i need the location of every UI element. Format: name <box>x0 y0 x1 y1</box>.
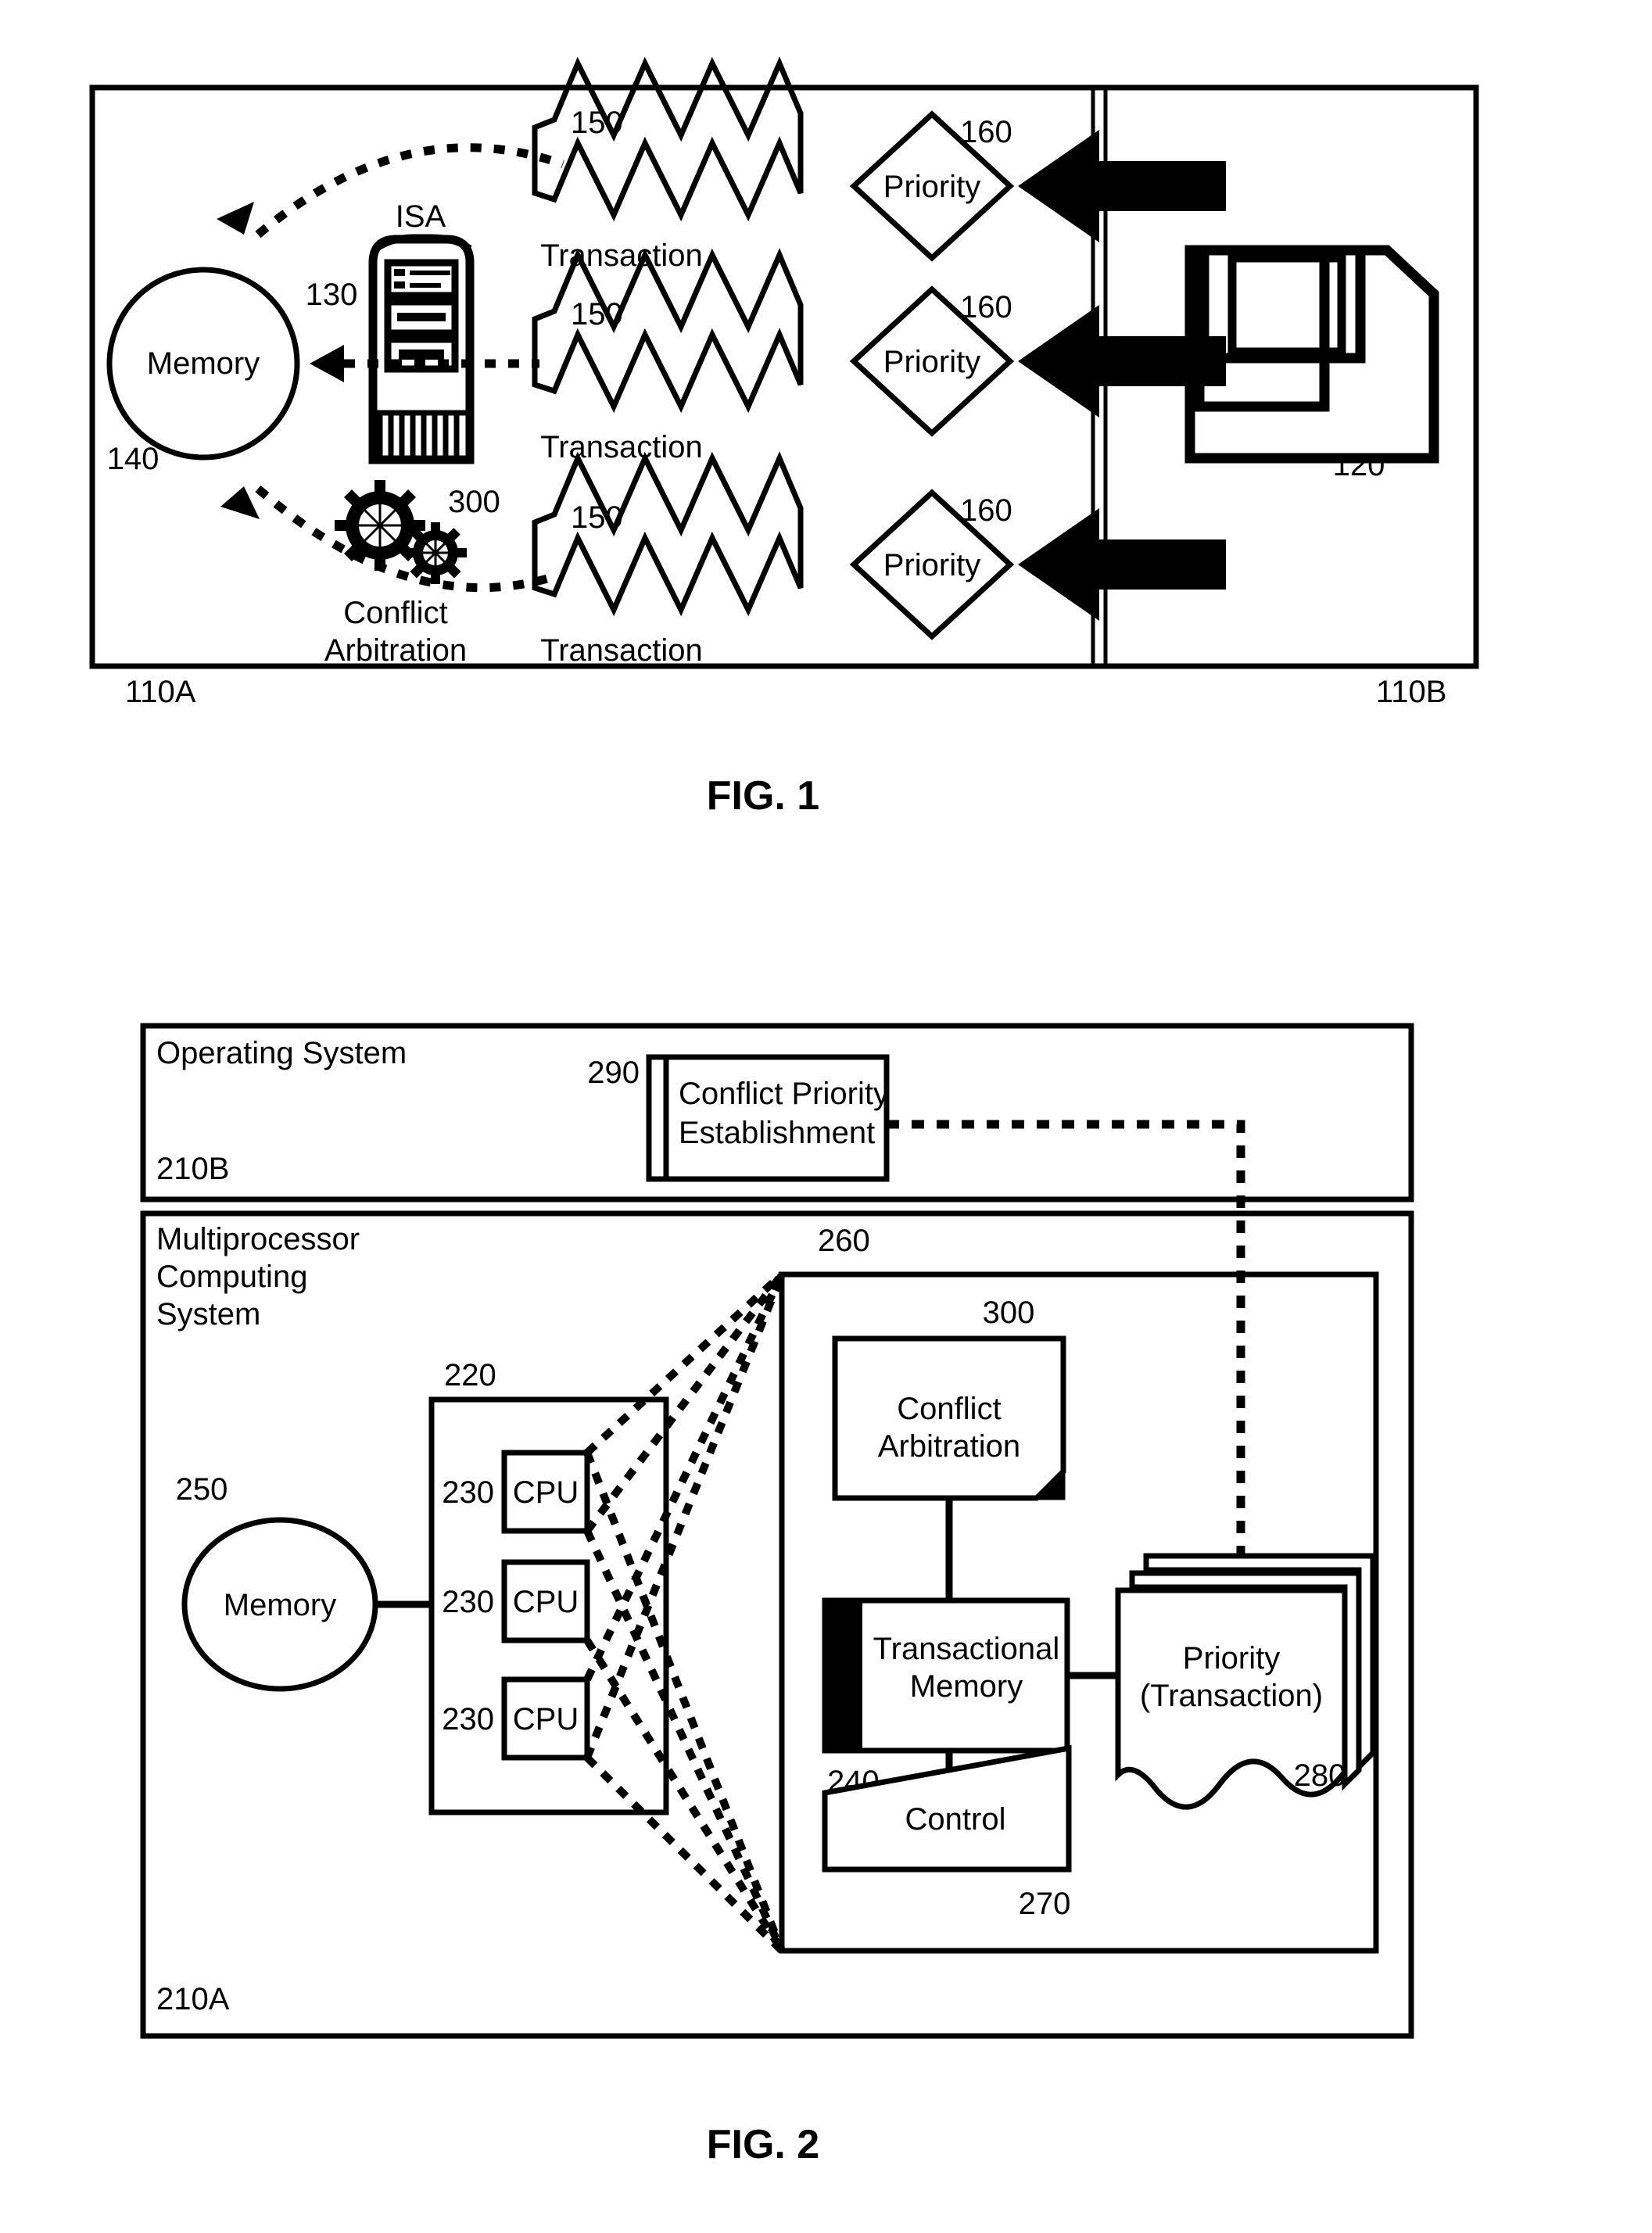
fig2-cpu-ref-1: 230 <box>442 1475 494 1510</box>
fig1-priority-ref-2: 160 <box>960 290 1012 324</box>
fig1-right-panel-ref: 110B <box>1376 675 1446 709</box>
fig2-cpu-label-3: CPU <box>513 1702 579 1737</box>
fig2-cpe-ref: 290 <box>587 1056 640 1090</box>
fig1-priority-ref-3: 160 <box>960 493 1012 528</box>
fig1-left-panel-ref: 110A <box>125 675 196 709</box>
fig1-row-2: 150 Transaction Priority 160 <box>532 248 1226 464</box>
fig2-ca-line1: Conflict <box>897 1392 1001 1426</box>
fig1-storage-ref: 120 <box>1333 448 1385 482</box>
fig2-cpe-line2: Establishment <box>679 1116 875 1150</box>
fig2-caption: FIG. 2 <box>707 2122 819 2167</box>
fig1-conflict-label-line2: Arbitration <box>324 633 467 668</box>
fig2-priority-line2: (Transaction) <box>1140 1679 1323 1713</box>
fig2-tm-line1: Transactional <box>873 1632 1060 1666</box>
fig2-cpe-line1: Conflict Priority <box>679 1077 889 1111</box>
fig1-outer-frame <box>89 84 1479 669</box>
fig2-control-ref: 270 <box>1019 1887 1071 1921</box>
fig1-memory-label: Memory <box>147 346 260 381</box>
fig1-transaction-ref-3: 150 <box>571 500 623 535</box>
drawing-canvas: Memory 140 ISA 130 300 Conflict Arbitrat… <box>89 56 1479 2167</box>
fig2-memory-label: Memory <box>224 1588 336 1622</box>
fig1-arrowhead-mid <box>310 345 344 382</box>
fig1-arrowhead-top <box>217 202 254 235</box>
fig1-transaction-ref-1: 150 <box>571 106 623 140</box>
figure-1: Memory 140 ISA 130 300 Conflict Arbitrat… <box>89 56 1479 819</box>
fig2-mp-title-line3: System <box>156 1297 260 1332</box>
fig2-priority-line1: Priority <box>1183 1641 1280 1676</box>
fig2-ca-line2: Arbitration <box>878 1429 1020 1464</box>
fig1-transaction-label-1: Transaction <box>540 238 703 273</box>
figure-2: Operating System 210B 290 Conflict Prior… <box>140 1023 1414 2167</box>
fig2-control-label: Control <box>905 1802 1006 1837</box>
fig2-memory-ref: 250 <box>176 1472 228 1507</box>
fig2-cpu-label-1: CPU <box>513 1475 579 1510</box>
fig2-tm-panel-ref: 260 <box>818 1224 870 1258</box>
patent-drawing-sheet: Memory 140 ISA 130 300 Conflict Arbitrat… <box>0 0 1652 2233</box>
fig1-transaction-ref-2: 150 <box>571 297 623 332</box>
fig1-memory-ref: 140 <box>107 442 159 476</box>
fig2-mp-title-line1: Multiprocessor <box>156 1222 360 1256</box>
fig1-priority-ref-1: 160 <box>960 115 1012 149</box>
fig1-row-1: 150 Transaction Priority 160 <box>532 56 1226 273</box>
fig1-priority-label-2: Priority <box>883 345 980 379</box>
fig2-os-title: Operating System <box>156 1036 407 1070</box>
fig2-cpu-label-2: CPU <box>513 1585 579 1619</box>
fig2-cpu-group-ref: 220 <box>444 1358 496 1392</box>
fig1-transaction-label-2: Transaction <box>540 430 703 464</box>
fig1-caption: FIG. 1 <box>707 773 819 819</box>
fig2-cpu-ref-3: 230 <box>442 1702 494 1737</box>
fig2-dotted-fan-lines <box>583 1271 786 1954</box>
fig2-ca-ref: 300 <box>983 1296 1035 1330</box>
fig1-black-arrow-3 <box>1018 508 1226 621</box>
fig1-conflict-ref: 300 <box>448 485 500 519</box>
fig1-conflict-label-line1: Conflict <box>343 596 447 630</box>
fig1-priority-label-1: Priority <box>883 170 980 204</box>
fig1-row-3: 150 Transaction Priority 160 <box>532 451 1226 668</box>
fig2-tm-line2: Memory <box>910 1669 1023 1704</box>
fig1-transaction-label-3: Transaction <box>540 633 703 668</box>
fig2-priority-ref: 280 <box>1294 1758 1346 1793</box>
fig1-arrowhead-bottom <box>220 486 260 519</box>
fig1-isa-label: ISA <box>396 199 446 234</box>
fig2-cpu-ref-2: 230 <box>442 1585 494 1619</box>
fig2-mp-title-line2: Computing <box>156 1260 307 1294</box>
fig2-mp-ref: 210A <box>156 1982 230 2016</box>
fig1-isa-ref: 130 <box>306 278 358 312</box>
fig1-black-arrow-1 <box>1018 130 1226 242</box>
fig1-priority-label-3: Priority <box>883 548 980 582</box>
gears-icon <box>335 480 467 584</box>
fig2-os-ref: 210B <box>156 1152 229 1186</box>
isa-server-icon <box>368 234 475 464</box>
